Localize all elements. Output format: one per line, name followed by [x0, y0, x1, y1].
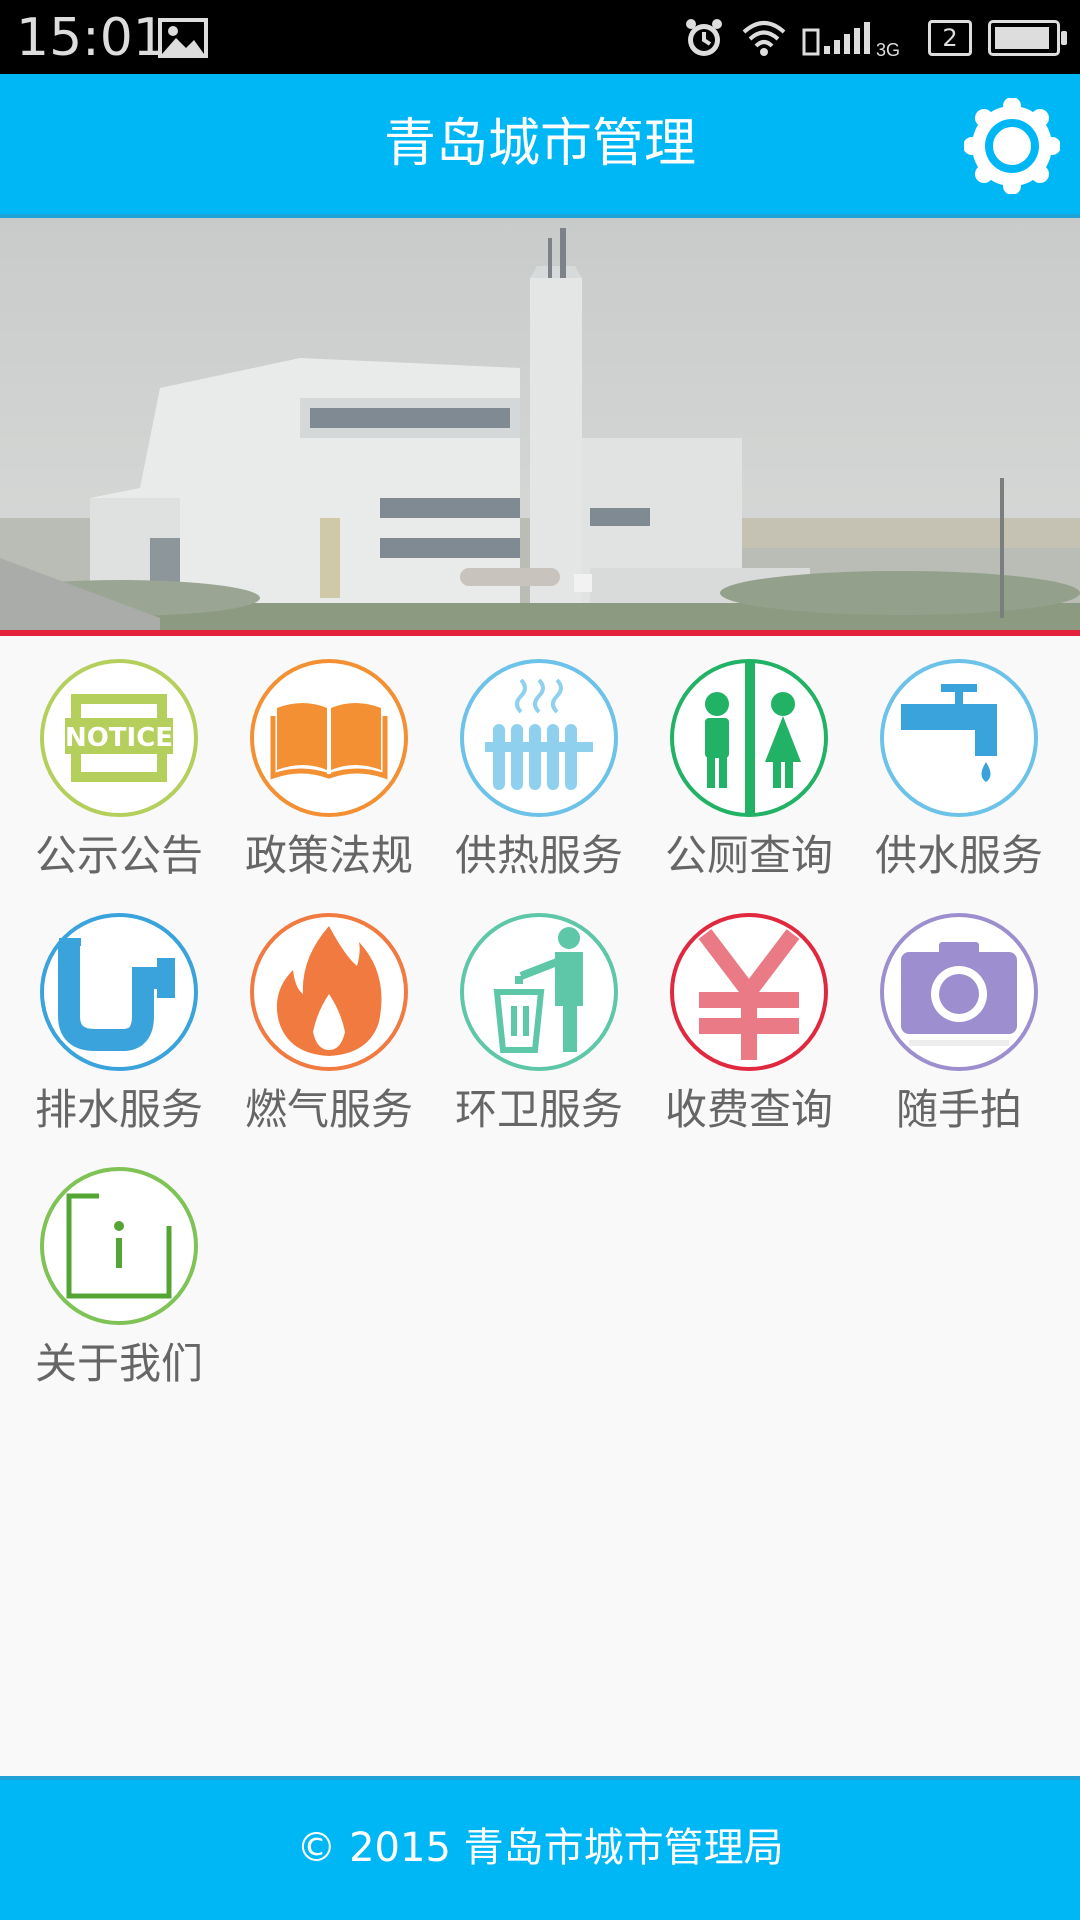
sim-slot-indicator: 2 — [928, 20, 972, 56]
notice-icon: NOTICE — [40, 659, 198, 817]
camera-icon — [880, 913, 1038, 1071]
grid-item-policy[interactable]: 政策法规 — [224, 658, 434, 884]
app-header: 青岛城市管理 — [0, 74, 1080, 218]
wifi-icon — [742, 21, 786, 56]
grid-item-label: 政策法规 — [244, 831, 413, 880]
copyright-text: © 2015 青岛市城市管理局 — [296, 1825, 784, 1871]
grid-item-gas[interactable]: 燃气服务 — [224, 912, 434, 1138]
grid-item-label: 随手拍 — [895, 1085, 1022, 1134]
toilet-icon — [670, 659, 828, 817]
grid-item-label: 关于我们 — [34, 1339, 203, 1388]
grid-item-heating[interactable]: 供热服务 — [434, 658, 644, 884]
status-time: 15:01 — [16, 8, 166, 68]
alarm-icon — [686, 19, 722, 56]
radiator-icon — [460, 659, 618, 817]
status-bar: 15:01 3G 2 — [0, 0, 1080, 74]
grid-item-sanitation[interactable]: 环卫服务 — [434, 912, 644, 1138]
grid-item-notice[interactable]: NOTICE 公示公告 — [14, 658, 224, 884]
grid-item-toilet[interactable]: 公厕查询 — [644, 658, 854, 884]
grid-item-label: 燃气服务 — [244, 1085, 413, 1134]
grid-item-drainage[interactable]: 排水服务 — [14, 912, 224, 1138]
book-icon — [250, 659, 408, 817]
yen-icon — [670, 913, 828, 1071]
grid-item-label: 供水服务 — [874, 831, 1043, 880]
settings-icon[interactable] — [964, 98, 1060, 194]
grid-item-label: 公示公告 — [34, 831, 203, 880]
grid-item-label: 收费查询 — [664, 1085, 833, 1134]
battery-icon — [988, 20, 1067, 56]
grid-item-label: 排水服务 — [34, 1085, 203, 1134]
grid-item-about[interactable]: 关于我们 — [14, 1166, 224, 1392]
trash-bin-icon — [460, 913, 618, 1071]
drain-pipe-icon — [40, 913, 198, 1071]
faucet-icon — [880, 659, 1038, 817]
grid-item-label: 环卫服务 — [454, 1085, 623, 1134]
svg-text:3G: 3G — [876, 40, 900, 58]
flame-icon — [250, 913, 408, 1071]
grid-item-snapshot[interactable]: 随手拍 — [854, 912, 1064, 1138]
footer: © 2015 青岛市城市管理局 — [0, 1776, 1080, 1920]
grid-item-water[interactable]: 供水服务 — [854, 658, 1064, 884]
banner-page-indicator — [574, 574, 592, 592]
grid-item-label: 供热服务 — [454, 831, 623, 880]
banner-image[interactable] — [0, 218, 1080, 634]
grid-item-label: 公厕查询 — [664, 831, 833, 880]
signal-3g-icon: 3G — [802, 22, 900, 58]
gallery-notification-icon — [158, 18, 208, 58]
banner-underline — [0, 630, 1080, 636]
grid-item-fees[interactable]: 收费查询 — [644, 912, 854, 1138]
info-icon — [40, 1167, 198, 1325]
svg-text:NOTICE: NOTICE — [65, 723, 173, 753]
app-title: 青岛城市管理 — [383, 114, 696, 174]
